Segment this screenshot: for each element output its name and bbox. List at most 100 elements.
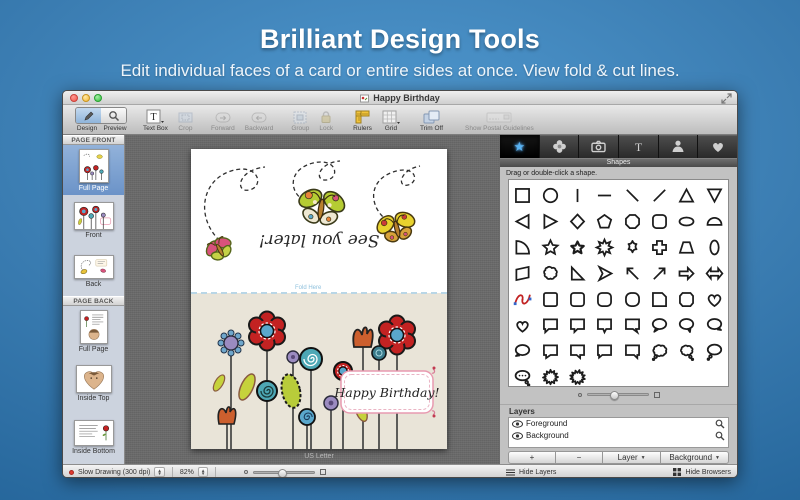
tab-text[interactable]: T bbox=[619, 135, 659, 158]
shape-oval-tall[interactable] bbox=[701, 234, 728, 260]
flower-purple-ring[interactable] bbox=[218, 330, 244, 356]
tab-people[interactable] bbox=[659, 135, 699, 158]
trim-off-button[interactable]: Trim Off bbox=[420, 107, 443, 132]
shape-line-h[interactable] bbox=[591, 182, 618, 208]
shape-speech5[interactable] bbox=[536, 338, 563, 364]
shape-rrect3[interactable] bbox=[591, 286, 618, 312]
shape-tri-right[interactable] bbox=[536, 208, 563, 234]
close-button[interactable] bbox=[70, 94, 78, 102]
shape-speech6[interactable] bbox=[564, 338, 591, 364]
shape-star-curved[interactable] bbox=[619, 234, 646, 260]
flower-red-big-left[interactable] bbox=[249, 312, 285, 351]
shape-star5[interactable] bbox=[536, 234, 563, 260]
shape-line-v[interactable] bbox=[564, 182, 591, 208]
shape-speech-dots[interactable] bbox=[509, 364, 536, 387]
text-box-button[interactable]: T Text Box bbox=[143, 107, 168, 132]
shape-square[interactable] bbox=[509, 182, 536, 208]
shape-circle[interactable] bbox=[536, 182, 563, 208]
zoom-level-stepper[interactable]: ▲▼ bbox=[198, 467, 208, 477]
flower-purple-small[interactable] bbox=[287, 351, 299, 363]
flower-blue-spiral-low[interactable] bbox=[257, 381, 277, 401]
add-layer-button[interactable]: + bbox=[508, 451, 556, 464]
layer-search-icon[interactable] bbox=[715, 431, 725, 441]
shape-speech3[interactable] bbox=[591, 312, 618, 338]
zoom-slider-knob[interactable] bbox=[278, 469, 287, 478]
rulers-button[interactable]: Rulers bbox=[353, 107, 372, 132]
shape-heart2[interactable] bbox=[509, 312, 536, 338]
shape-octagon-cut[interactable] bbox=[673, 286, 700, 312]
shape-blob[interactable] bbox=[536, 260, 563, 286]
visibility-eye-icon[interactable] bbox=[512, 420, 523, 428]
shape-thought3[interactable] bbox=[701, 338, 728, 364]
card-document[interactable]: See you later! bbox=[191, 149, 447, 449]
shape-speech2[interactable] bbox=[564, 312, 591, 338]
shape-oval-wide[interactable] bbox=[673, 208, 700, 234]
sidebar-item-back[interactable]: Back bbox=[63, 246, 124, 296]
shape-rounded-square[interactable] bbox=[646, 208, 673, 234]
design-canvas[interactable]: See you later! bbox=[125, 135, 499, 464]
shape-rspeech3[interactable] bbox=[701, 312, 728, 338]
hide-browsers-button[interactable]: Hide Browsers bbox=[673, 465, 731, 478]
background-menu-button[interactable]: Background▼ bbox=[661, 451, 729, 464]
shape-speech4[interactable] bbox=[619, 312, 646, 338]
shape-trapezoid[interactable] bbox=[673, 234, 700, 260]
fullscreen-icon[interactable] bbox=[721, 93, 732, 104]
sidebar-item-inside-top[interactable]: Inside Top bbox=[63, 357, 124, 410]
shape-arrow-ne[interactable] bbox=[646, 260, 673, 286]
shape-burst8[interactable] bbox=[591, 234, 618, 260]
flower-blue-small[interactable] bbox=[299, 409, 315, 425]
size-slider-knob[interactable] bbox=[610, 391, 619, 400]
shape-line-d2[interactable] bbox=[646, 182, 673, 208]
flower-teal-small[interactable] bbox=[372, 346, 386, 360]
shape-heart[interactable] bbox=[701, 286, 728, 312]
grid-button[interactable]: Grid bbox=[382, 107, 400, 132]
card-top-text[interactable]: See you later! bbox=[259, 230, 380, 250]
shape-tri-up[interactable] bbox=[673, 182, 700, 208]
shape-octagon[interactable] bbox=[619, 208, 646, 234]
shape-thought1[interactable] bbox=[646, 338, 673, 364]
sidebar-item-front[interactable]: Front bbox=[63, 195, 124, 246]
shape-rspeech2[interactable] bbox=[673, 312, 700, 338]
shape-bezier[interactable] bbox=[509, 286, 536, 312]
zoom-slider-track[interactable] bbox=[253, 471, 315, 474]
shape-arrow-double[interactable] bbox=[701, 260, 728, 286]
shape-pentagon[interactable] bbox=[591, 208, 618, 234]
tab-clipart[interactable] bbox=[540, 135, 580, 158]
card-bottom-text[interactable]: Happy Birthday! bbox=[333, 385, 439, 400]
design-button[interactable] bbox=[76, 108, 101, 123]
preview-button[interactable] bbox=[101, 108, 126, 123]
drawing-mode-stepper[interactable]: ▲▼ bbox=[154, 467, 164, 477]
layer-row-background[interactable]: Background bbox=[509, 430, 728, 442]
shape-star5-round[interactable] bbox=[564, 234, 591, 260]
shape-rspeech1[interactable] bbox=[646, 312, 673, 338]
hide-layers-button[interactable]: Hide Layers bbox=[506, 465, 556, 478]
tab-shapes[interactable]: ★ bbox=[500, 135, 540, 158]
shape-burst-a[interactable] bbox=[536, 364, 563, 387]
shape-rrect2[interactable] bbox=[564, 286, 591, 312]
layer-search-icon[interactable] bbox=[715, 419, 725, 429]
shape-cross[interactable] bbox=[646, 234, 673, 260]
happy-birthday-label[interactable]: Happy Birthday! bbox=[333, 367, 439, 418]
flower-tulip-right[interactable] bbox=[353, 327, 372, 347]
sidebar-item-front-full-page[interactable]: Full Page bbox=[63, 145, 124, 195]
shape-rect-cut[interactable] bbox=[646, 286, 673, 312]
shape-right-tri[interactable] bbox=[564, 260, 591, 286]
minimize-button[interactable] bbox=[82, 94, 90, 102]
shape-quad[interactable] bbox=[509, 260, 536, 286]
shape-thought2[interactable] bbox=[673, 338, 700, 364]
shape-burst-b[interactable] bbox=[564, 364, 591, 387]
shape-semicircle[interactable] bbox=[701, 208, 728, 234]
shape-diamond[interactable] bbox=[564, 208, 591, 234]
canvas-zoom-slider[interactable] bbox=[244, 465, 326, 478]
card-bottom-face[interactable]: Happy Birthday! bbox=[191, 293, 447, 449]
shape-speech1[interactable] bbox=[536, 312, 563, 338]
layer-menu-button[interactable]: Layer▼ bbox=[603, 451, 661, 464]
shape-arrow-right[interactable] bbox=[673, 260, 700, 286]
tab-favorites[interactable] bbox=[698, 135, 737, 158]
shape-tri-left[interactable] bbox=[509, 208, 536, 234]
shape-quarter-circle[interactable] bbox=[509, 234, 536, 260]
shape-rrect1[interactable] bbox=[536, 286, 563, 312]
flower-tulip-left[interactable] bbox=[218, 407, 235, 424]
shape-arrow-nw[interactable] bbox=[619, 260, 646, 286]
sidebar-item-back-full-page[interactable]: Full Page bbox=[63, 306, 124, 357]
